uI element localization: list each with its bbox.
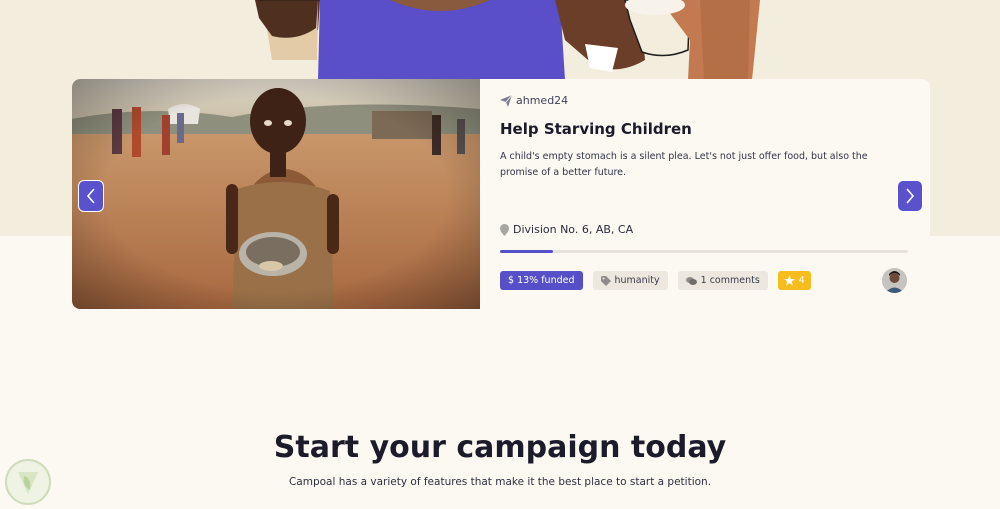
child-photo — [72, 79, 480, 309]
campaign-author[interactable]: ahmed24 — [500, 94, 568, 107]
user-avatar-image — [882, 268, 907, 293]
funding-progress-fill — [500, 250, 554, 253]
funding-progress-bar — [500, 250, 908, 253]
section-subtitle: Campoal has a variety of features that m… — [288, 476, 712, 488]
funded-label: $ 13% funded — [508, 275, 575, 286]
author-name: ahmed24 — [516, 94, 569, 107]
category-label: humanity — [614, 275, 660, 286]
campaign-details: ahmed24 Help Starving Children A child's… — [500, 79, 910, 309]
chevron-left-icon — [86, 188, 95, 204]
campaign-title[interactable]: Help Starving Children — [500, 120, 692, 138]
leaf-logo-icon — [5, 459, 51, 505]
rating-badge: 4 — [777, 271, 811, 290]
hero-illustration — [255, 0, 760, 80]
carousel-next-button[interactable] — [897, 180, 923, 212]
comments-tag[interactable]: 1 comments — [677, 271, 768, 290]
comments-label: 1 comments — [700, 275, 760, 286]
star-icon — [783, 275, 795, 286]
funded-badge: $ 13% funded — [500, 271, 583, 290]
map-pin-icon — [500, 223, 509, 236]
avatar[interactable] — [882, 268, 907, 293]
campaign-card[interactable]: ahmed24 Help Starving Children A child's… — [72, 79, 930, 309]
tag-icon — [600, 275, 611, 286]
chevron-right-icon — [906, 188, 915, 204]
chat-bubbles-icon — [685, 276, 697, 285]
carousel-prev-button[interactable] — [78, 180, 104, 212]
campaign-description: A child's empty stomach is a silent plea… — [500, 151, 868, 178]
campaign-tags: $ 13% funded humanity 1 comments 4 — [500, 271, 811, 290]
section-title: Start your campaign today — [273, 430, 727, 465]
paper-plane-icon — [500, 94, 512, 107]
category-tag[interactable]: humanity — [592, 271, 668, 290]
campaign-image — [72, 79, 480, 309]
rating-value: 4 — [798, 275, 805, 286]
location-label: Division No. 6, AB, CA — [513, 223, 634, 236]
campaign-location: Division No. 6, AB, CA — [500, 223, 633, 236]
